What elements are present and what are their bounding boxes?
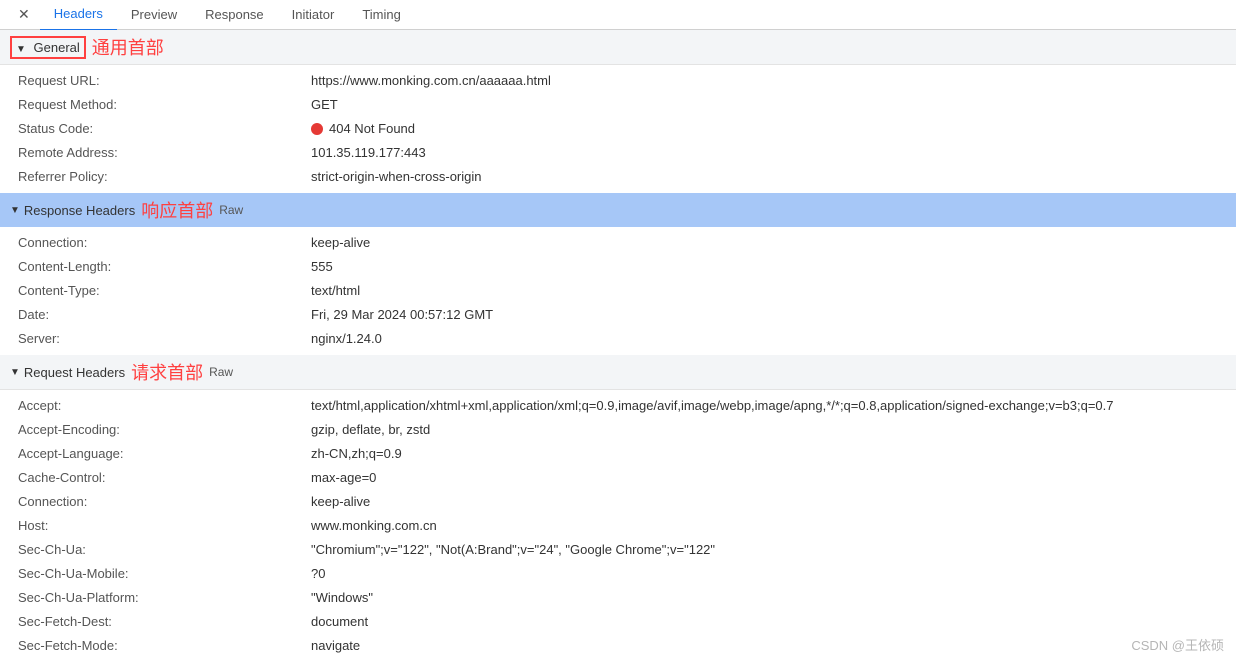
header-name: Sec-Fetch-Mode: [18,637,311,655]
header-value: document [311,613,1236,631]
header-row: Sec-Ch-Ua:"Chromium";v="122", "Not(A:Bra… [0,538,1236,562]
header-name: Remote Address: [18,144,311,162]
header-row: Remote Address:101.35.119.177:443 [0,141,1236,165]
header-name: Cache-Control: [18,469,311,487]
tab-headers[interactable]: Headers [40,0,117,31]
header-row: Content-Type:text/html [0,279,1236,303]
header-name: Content-Type: [18,282,311,300]
header-name: Server: [18,330,311,348]
watermark: CSDN @王依硕 [1131,635,1224,654]
header-name: Date: [18,306,311,324]
header-name: Content-Length: [18,258,311,276]
header-name: Accept: [18,397,311,415]
section-title-request: Request Headers [24,365,125,380]
header-row: Sec-Fetch-Dest:document [0,610,1236,634]
header-row: Request Method:GET [0,93,1236,117]
header-row: Sec-Fetch-Mode:navigate [0,634,1236,658]
header-row: Server:nginx/1.24.0 [0,327,1236,351]
header-name: Sec-Ch-Ua: [18,541,311,559]
section-title-response: Response Headers [24,203,135,218]
section-response-header[interactable]: ▼ Response Headers 响应首部 Raw [0,193,1236,227]
header-row: Cache-Control:max-age=0 [0,466,1236,490]
header-value: keep-alive [311,493,1236,511]
header-name: Connection: [18,234,311,252]
header-name: Status Code: [18,120,311,138]
header-row: Host:www.monking.com.cn [0,514,1236,538]
header-value: strict-origin-when-cross-origin [311,168,1236,186]
header-row: Accept-Encoding:gzip, deflate, br, zstd [0,418,1236,442]
header-value: navigate [311,637,1236,655]
tab-response[interactable]: Response [191,0,278,30]
header-row: Sec-Ch-Ua-Mobile:?0 [0,562,1236,586]
header-value: https://www.monking.com.cn/aaaaaa.html [311,72,1236,90]
raw-toggle-request[interactable]: Raw [209,365,233,379]
section-response-rows: Connection:keep-aliveContent-Length:555C… [0,227,1236,355]
header-row: Date:Fri, 29 Mar 2024 00:57:12 GMT [0,303,1236,327]
header-row: Connection:keep-alive [0,231,1236,255]
header-row: Request URL:https://www.monking.com.cn/a… [0,69,1236,93]
header-value: nginx/1.24.0 [311,330,1236,348]
header-row: Sec-Ch-Ua-Platform:"Windows" [0,586,1236,610]
header-value: keep-alive [311,234,1236,252]
header-value: 555 [311,258,1236,276]
section-general-rows: Request URL:https://www.monking.com.cn/a… [0,65,1236,193]
header-name: Accept-Encoding: [18,421,311,439]
header-name: Referrer Policy: [18,168,311,186]
annotation-response: 响应首部 [141,197,213,223]
header-value: "Windows" [311,589,1236,607]
header-row: Referrer Policy:strict-origin-when-cross… [0,165,1236,189]
header-value: Fri, 29 Mar 2024 00:57:12 GMT [311,306,1236,324]
tabs-bar: ✕ Headers Preview Response Initiator Tim… [0,0,1236,30]
header-name: Accept-Language: [18,445,311,463]
header-name: Sec-Ch-Ua-Platform: [18,589,311,607]
tab-preview[interactable]: Preview [117,0,191,30]
header-name: Request URL: [18,72,311,90]
header-row: Content-Length:555 [0,255,1236,279]
section-general-header[interactable]: ▼ General 通用首部 [0,30,1236,65]
header-name: Request Method: [18,96,311,114]
chevron-down-icon: ▼ [10,367,20,378]
section-request-rows: Accept:text/html,application/xhtml+xml,a… [0,390,1236,662]
header-row: Status Code:404 Not Found [0,117,1236,141]
header-value: GET [311,96,1236,114]
header-name: Connection: [18,493,311,511]
header-value: 404 Not Found [311,120,1236,138]
header-value: text/html [311,282,1236,300]
annotation-general: 通用首部 [92,34,164,60]
annotation-request: 请求首部 [131,359,203,385]
header-value: www.monking.com.cn [311,517,1236,535]
header-value: ?0 [311,565,1236,583]
tab-initiator[interactable]: Initiator [278,0,349,30]
header-row: Connection:keep-alive [0,490,1236,514]
header-row: Accept-Language:zh-CN,zh;q=0.9 [0,442,1236,466]
header-value: gzip, deflate, br, zstd [311,421,1236,439]
header-value: text/html,application/xhtml+xml,applicat… [311,397,1236,415]
status-dot-icon [311,123,323,135]
tab-timing[interactable]: Timing [348,0,415,30]
header-name: Sec-Fetch-Dest: [18,613,311,631]
raw-toggle-response[interactable]: Raw [219,203,243,217]
chevron-down-icon: ▼ [16,44,26,55]
section-title-general: General [34,40,80,55]
header-value: 101.35.119.177:443 [311,144,1236,162]
header-name: Sec-Ch-Ua-Mobile: [18,565,311,583]
header-row: Accept:text/html,application/xhtml+xml,a… [0,394,1236,418]
chevron-down-icon: ▼ [10,205,20,216]
header-value: "Chromium";v="122", "Not(A:Brand";v="24"… [311,541,1236,559]
header-value: max-age=0 [311,469,1236,487]
header-name: Host: [18,517,311,535]
section-request-header[interactable]: ▼ Request Headers 请求首部 Raw [0,355,1236,390]
close-icon[interactable]: ✕ [8,6,40,23]
header-value: zh-CN,zh;q=0.9 [311,445,1236,463]
